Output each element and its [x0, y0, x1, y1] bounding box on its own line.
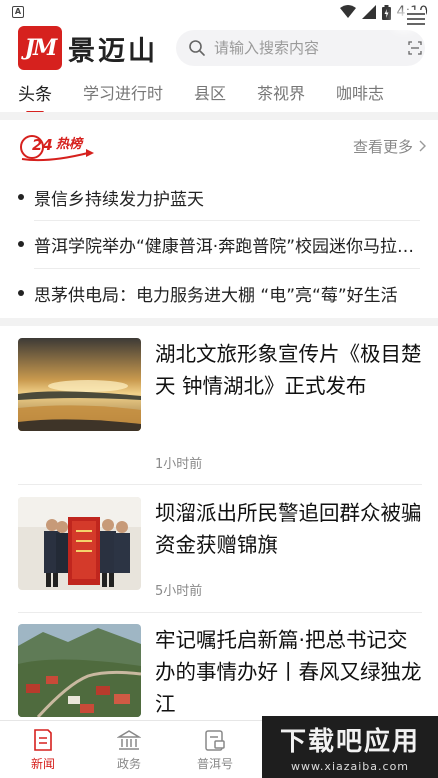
site-watermark: 下载吧应用 www.xiazaiba.com	[262, 716, 438, 778]
nav-news[interactable]: 新闻	[0, 721, 86, 778]
hot-list-item[interactable]: 景信乡持续发力护蓝天	[18, 174, 420, 220]
notification-a-icon: A	[12, 6, 24, 18]
tab-menu-icon[interactable]	[406, 10, 426, 30]
tab-study[interactable]: 学习进行时	[83, 80, 163, 104]
nav-puer-account[interactable]: 普洱号	[172, 721, 258, 778]
tab-tea-vision[interactable]: 茶视界	[257, 80, 305, 104]
search-input[interactable]	[214, 39, 408, 57]
article-title: 牢记嘱托启新篇·把总书记交办的事情办好丨春风又绿独龙江	[155, 628, 422, 716]
hot-title: 热榜	[56, 137, 83, 152]
nav-puer-account-label: 普洱号	[196, 756, 233, 771]
hot-item-text: 普洱学院举办“健康普洱·奔跑普院”校园迷你马拉松活动	[34, 236, 420, 257]
divider-line	[34, 268, 420, 269]
bullet-icon	[18, 194, 24, 200]
see-more-link[interactable]: 查看更多	[353, 136, 426, 157]
government-icon	[117, 729, 141, 750]
news-article[interactable]: 坝溜派出所民警追回群众被骗资金获赠锦旗 5小时前	[18, 497, 422, 607]
category-tabs: 头条 学习进行时 县区 茶视界 咖啡志	[0, 72, 438, 114]
puer-account-icon	[205, 729, 225, 751]
hot-item-text: 景信乡持续发力护蓝天	[34, 189, 204, 210]
section-divider	[0, 318, 438, 326]
divider-line	[18, 484, 422, 485]
bullet-icon	[18, 241, 24, 247]
hot-list-item[interactable]: 思茅供电局：电力服务进大棚 “电”亮“莓”好生活	[18, 270, 420, 316]
status-bar: A 4:10	[0, 0, 438, 24]
nav-government[interactable]: 政务	[86, 721, 172, 778]
tab-coffee[interactable]: 咖啡志	[336, 80, 384, 104]
wifi-icon	[339, 5, 356, 18]
chevron-right-icon	[419, 140, 426, 152]
hot-number: 24	[32, 136, 53, 154]
section-divider	[0, 112, 438, 120]
see-more-label: 查看更多	[352, 137, 413, 156]
search-bar[interactable]	[176, 30, 425, 66]
signal-icon	[361, 5, 376, 19]
app-header: JM 景迈山	[0, 24, 438, 72]
hot-list-logo: 24 热榜	[18, 129, 96, 163]
watermark-title: 下载吧应用	[279, 727, 420, 757]
bullet-icon	[18, 290, 24, 296]
app-title: 景迈山	[68, 35, 158, 67]
article-time: 1小时前	[155, 457, 203, 472]
tab-county[interactable]: 县区	[194, 80, 226, 104]
article-thumbnail	[18, 624, 141, 717]
watermark-url: www.xiazaiba.com	[290, 760, 410, 773]
scan-icon[interactable]	[408, 41, 422, 55]
nav-news-label: 新闻	[30, 756, 55, 771]
hot-list-header: 24 热榜 查看更多	[18, 128, 426, 164]
article-title: 坝溜派出所民警追回群众被骗资金获赠锦旗	[155, 501, 422, 557]
news-article[interactable]: 湖北文旅形象宣传片《极目楚天 钟情湖北》正式发布 1小时前	[18, 338, 422, 478]
news-icon	[34, 728, 52, 751]
search-icon	[189, 40, 205, 56]
article-time: 5小时前	[155, 584, 203, 599]
battery-icon	[381, 4, 391, 20]
article-thumbnail	[18, 338, 141, 431]
nav-government-label: 政务	[116, 756, 141, 771]
article-thumbnail	[18, 497, 141, 590]
news-article[interactable]: 牢记嘱托启新篇·把总书记交办的事情办好丨春风又绿独龙江	[18, 624, 422, 720]
hot-item-text: 思茅供电局：电力服务进大棚 “电”亮“莓”好生活	[34, 285, 398, 306]
article-title: 湖北文旅形象宣传片《极目楚天 钟情湖北》正式发布	[155, 342, 422, 398]
hot-list-item[interactable]: 普洱学院举办“健康普洱·奔跑普院”校园迷你马拉松活动	[18, 221, 420, 267]
divider-line	[18, 612, 422, 613]
tab-headlines[interactable]: 头条	[18, 80, 52, 114]
app-logo-icon: JM	[18, 26, 62, 70]
logo-mark: JM	[24, 35, 58, 61]
